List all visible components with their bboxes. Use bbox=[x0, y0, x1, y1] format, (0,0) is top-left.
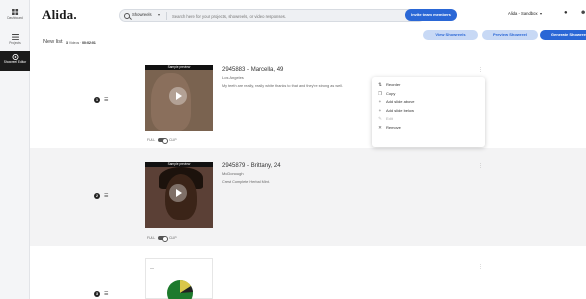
menu-item-label: Reorder bbox=[386, 82, 401, 87]
rail-item-dashboard[interactable]: Dashboard bbox=[0, 6, 30, 22]
rail-label-showreel: Showreel Editor bbox=[3, 60, 27, 64]
menu-item-copy[interactable]: ❐ Copy bbox=[372, 90, 485, 99]
slide-title: 2945879 - Brittany, 24 bbox=[222, 163, 281, 169]
chart-thumbnail-title: — bbox=[150, 265, 154, 270]
showreel-action-bar: New list 3 Videos · 00:02:01 View Showre… bbox=[30, 30, 586, 48]
notification-bell-icon[interactable]: ● bbox=[564, 10, 568, 16]
slide-title: 2945883 - Marcella, 49 bbox=[222, 67, 284, 73]
full-label: FULL bbox=[147, 138, 156, 142]
slide-quote: My teeth are really, really white thanks… bbox=[222, 84, 343, 88]
invite-team-button[interactable]: Invite team members bbox=[405, 9, 457, 21]
alida-logo[interactable]: Alida. bbox=[42, 7, 77, 23]
video-thumbnail[interactable]: Sample preview bbox=[145, 65, 213, 131]
slide-index-badge: 1 bbox=[94, 97, 100, 103]
menu-item-label: Copy bbox=[386, 90, 396, 96]
chart-slide-thumbnail[interactable]: — bbox=[145, 258, 213, 299]
chevron-down-icon[interactable]: ▾ bbox=[540, 11, 542, 16]
menu-item-label: Add slide below bbox=[386, 107, 415, 113]
video-count-number: 3 bbox=[66, 41, 68, 45]
pencil-icon: ✎ bbox=[378, 116, 382, 121]
full-label: FULL bbox=[147, 236, 156, 240]
full-clip-toggle[interactable] bbox=[158, 236, 169, 243]
search-bar: Showreels ▾ bbox=[119, 9, 425, 22]
rail-label-dashboard: Dashboard bbox=[7, 16, 23, 20]
full-clip-toggle-group: FULL CLIP bbox=[147, 236, 177, 243]
slide-more-icon[interactable]: ⋮ bbox=[478, 67, 483, 73]
slide-row: 3 ☰ — ⋮ bbox=[30, 246, 586, 299]
slide-index-badge: 3 bbox=[94, 291, 100, 297]
full-clip-toggle-group: FULL CLIP bbox=[147, 138, 177, 145]
slide-row: 2 ☰ Sample preview FULL CLIP 2945879 - B… bbox=[30, 148, 586, 246]
rail-label-projects: Projects bbox=[9, 41, 21, 45]
pie-chart-thumbnail bbox=[167, 279, 193, 299]
clip-label: CLIP bbox=[169, 138, 177, 142]
menu-item-edit[interactable]: ✎ Edit bbox=[372, 115, 485, 124]
menu-item-label: Remove bbox=[386, 124, 401, 130]
menu-item-label: Edit bbox=[386, 116, 393, 121]
dashboard-icon bbox=[11, 9, 18, 15]
rail-item-showreel-editor[interactable]: Showreel Editor bbox=[0, 51, 30, 71]
generate-showreel-button[interactable]: Generate Showreel bbox=[540, 30, 586, 40]
slide-quote: Crest Complete Herbal Mint. bbox=[222, 180, 270, 184]
plus-icon: + bbox=[378, 99, 382, 104]
search-scope-select[interactable]: Showreels bbox=[132, 12, 152, 17]
search-divider bbox=[166, 12, 167, 20]
full-clip-toggle[interactable] bbox=[158, 138, 169, 145]
plus-icon: + bbox=[378, 107, 382, 113]
total-duration: 00:02:01 bbox=[82, 41, 96, 45]
slide-index-badge: 2 bbox=[94, 193, 100, 199]
menu-item-reorder[interactable]: ⇅ Reorder bbox=[372, 81, 485, 90]
preview-showreel-button[interactable]: Preview Showreel bbox=[482, 30, 538, 40]
user-avatar-icon[interactable]: ☻ bbox=[580, 10, 586, 16]
video-thumbnail[interactable]: Sample preview bbox=[145, 162, 213, 228]
drag-handle-icon[interactable]: ☰ bbox=[104, 291, 112, 297]
video-count-label: Videos bbox=[68, 41, 80, 45]
reorder-icon: ⇅ bbox=[378, 82, 382, 87]
search-input[interactable] bbox=[172, 11, 422, 21]
rail-item-projects[interactable]: Projects bbox=[0, 31, 30, 47]
chevron-down-icon[interactable]: ▾ bbox=[158, 12, 160, 17]
menu-item-add-slide-below[interactable]: + Add slide below bbox=[372, 107, 485, 116]
play-icon[interactable] bbox=[169, 184, 187, 202]
slide-more-icon[interactable]: ⋮ bbox=[478, 264, 483, 270]
left-nav-rail: Dashboard Projects Showreel Editor bbox=[0, 0, 30, 299]
copy-icon: ❐ bbox=[377, 90, 383, 96]
search-icon bbox=[124, 13, 130, 19]
view-showreels-button[interactable]: View Showreels bbox=[423, 30, 478, 40]
video-count: 3 Videos · 00:02:01 bbox=[66, 41, 96, 45]
play-icon[interactable] bbox=[169, 87, 187, 105]
showreel-editor-app: Dashboard Projects Showreel Editor Alida… bbox=[0, 0, 586, 299]
menu-item-add-slide-above[interactable]: + Add slide above bbox=[372, 98, 485, 107]
close-icon: ✕ bbox=[378, 124, 382, 130]
clip-label: CLIP bbox=[169, 236, 177, 240]
thumbnail-header: Sample preview bbox=[145, 65, 213, 70]
slide-more-icon[interactable]: ⋮ bbox=[478, 163, 483, 169]
slide-row: 1 ☰ Sample preview FULL CLIP 2945883 - M… bbox=[30, 52, 586, 148]
slide-location: McDonough bbox=[222, 171, 244, 176]
slide-context-menu: ⇅ Reorder ❐ Copy + Add slide above + Add… bbox=[372, 77, 485, 147]
tenant-switcher[interactable]: Alida - Sandbox bbox=[508, 11, 538, 16]
menu-item-remove[interactable]: ✕ Remove bbox=[372, 124, 485, 133]
list-title[interactable]: New list bbox=[43, 39, 63, 45]
projects-icon bbox=[11, 34, 19, 40]
drag-handle-icon[interactable]: ☰ bbox=[104, 193, 112, 199]
drag-handle-icon[interactable]: ☰ bbox=[104, 97, 112, 103]
menu-item-label: Add slide above bbox=[386, 99, 415, 104]
slide-location: Los Angeles bbox=[222, 75, 244, 80]
top-bar: Alida. Showreels ▾ Invite team members A… bbox=[30, 0, 586, 30]
